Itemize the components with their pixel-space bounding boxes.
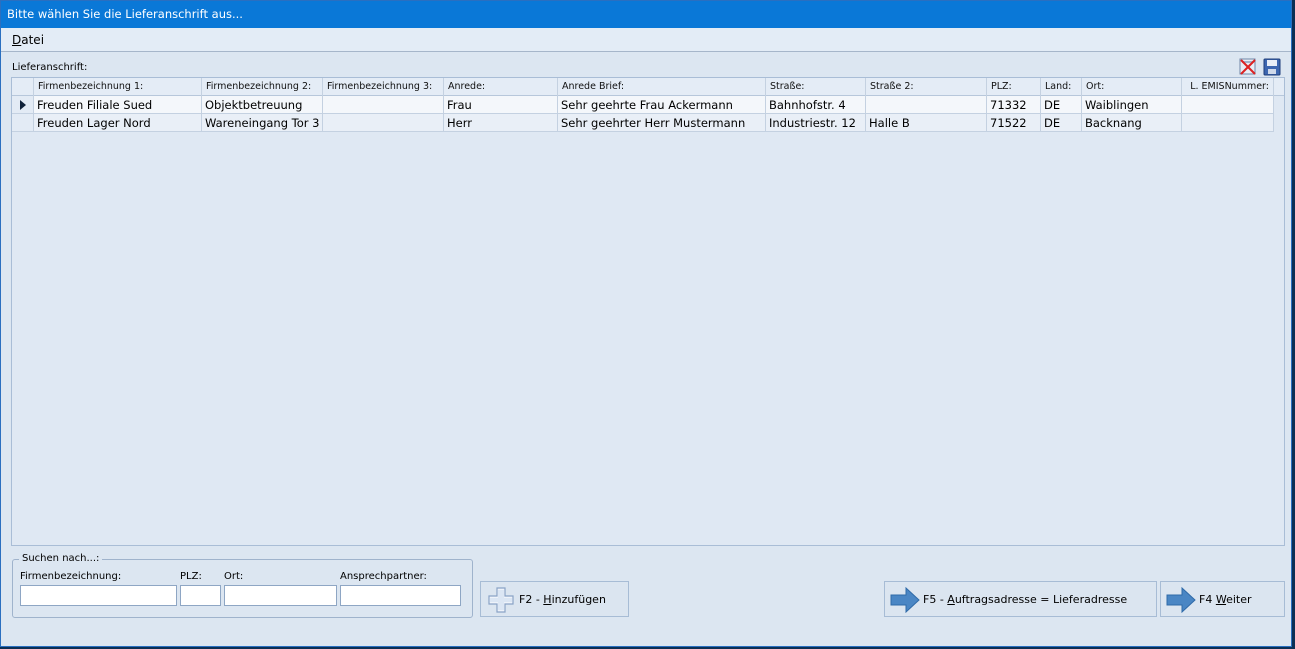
cell-firma1[interactable]: Freuden Lager Nord (34, 114, 202, 132)
cell-firma3[interactable] (323, 96, 444, 114)
address-grid[interactable]: Firmenbezeichnung 1: Firmenbezeichnung 2… (11, 77, 1285, 546)
cell-anrede-brief[interactable]: Sehr geehrter Herr Mustermann (558, 114, 766, 132)
cell-emis[interactable] (1182, 96, 1274, 114)
title-bar: Bitte wählen Sie die Lieferanschrift aus… (1, 1, 1291, 28)
search-firma-input[interactable] (20, 585, 177, 606)
add-button-label: F2 - Hinzufügen (519, 593, 606, 606)
col-header-anrede-brief[interactable]: Anrede Brief: (558, 78, 766, 96)
header-corner (12, 78, 34, 96)
col-header-emis[interactable]: L. EMISNummer: (1182, 78, 1274, 96)
cell-strasse2[interactable] (866, 96, 987, 114)
plus-icon (486, 585, 516, 618)
table-row[interactable]: Freuden Lager Nord Wareneingang Tor 3 He… (12, 114, 1274, 132)
cell-firma1[interactable]: Freuden Filiale Sued (34, 96, 202, 114)
col-header-anrede[interactable]: Anrede: (444, 78, 558, 96)
col-header-land[interactable]: Land: (1041, 78, 1082, 96)
search-firma-label: Firmenbezeichnung: (20, 571, 122, 582)
cell-firma2[interactable]: Objektbetreuung (202, 96, 323, 114)
row-selector[interactable] (12, 114, 34, 132)
cell-strasse2[interactable]: Halle B (866, 114, 987, 132)
delete-x-icon[interactable] (1239, 58, 1257, 76)
col-header-firma1[interactable]: Firmenbezeichnung 1: (34, 78, 202, 96)
next-button-label: F4 Weiter (1199, 593, 1252, 606)
col-header-strasse[interactable]: Straße: (766, 78, 866, 96)
floppy-save-icon[interactable] (1263, 58, 1281, 76)
search-ort-input[interactable] (224, 585, 337, 606)
arrow-right-icon (890, 586, 920, 616)
col-header-plz[interactable]: PLZ: (987, 78, 1041, 96)
cell-strasse[interactable]: Industriestr. 12 (766, 114, 866, 132)
section-label-lieferanschrift: Lieferanschrift: (12, 62, 88, 73)
search-ansprech-label: Ansprechpartner: (340, 571, 427, 582)
add-button[interactable]: F2 - Hinzufügen (480, 581, 629, 617)
current-row-arrow-icon (20, 100, 26, 110)
menu-datei-mnemonic: D (12, 33, 22, 47)
cell-anrede[interactable]: Frau (444, 96, 558, 114)
row-selector[interactable] (12, 96, 34, 114)
cell-plz[interactable]: 71332 (987, 96, 1041, 114)
search-plz-input[interactable] (180, 585, 221, 606)
window-title: Bitte wählen Sie die Lieferanschrift aus… (7, 7, 243, 21)
order-address-button-label: F5 - Auftragsadresse = Lieferadresse (923, 593, 1128, 606)
cell-ort[interactable]: Waiblingen (1082, 96, 1182, 114)
cell-anrede[interactable]: Herr (444, 114, 558, 132)
table-row[interactable]: Freuden Filiale Sued Objektbetreuung Fra… (12, 96, 1274, 114)
col-header-ort[interactable]: Ort: (1082, 78, 1182, 96)
grid-header: Firmenbezeichnung 1: Firmenbezeichnung 2… (12, 78, 1284, 96)
cell-strasse[interactable]: Bahnhofstr. 4 (766, 96, 866, 114)
search-plz-label: PLZ: (180, 571, 202, 582)
cell-firma3[interactable] (323, 114, 444, 132)
search-legend: Suchen nach...: (19, 553, 103, 564)
col-header-strasse2[interactable]: Straße 2: (866, 78, 987, 96)
cell-plz[interactable]: 71522 (987, 114, 1041, 132)
next-button[interactable]: F4 Weiter (1160, 581, 1285, 617)
search-ort-label: Ort: (224, 571, 244, 582)
col-header-firma2[interactable]: Firmenbezeichnung 2: (202, 78, 323, 96)
col-header-firma3[interactable]: Firmenbezeichnung 3: (323, 78, 444, 96)
search-group: Suchen nach...: Firmenbezeichnung: PLZ: … (12, 553, 473, 618)
cell-anrede-brief[interactable]: Sehr geehrte Frau Ackermann (558, 96, 766, 114)
cell-ort[interactable]: Backnang (1082, 114, 1182, 132)
menu-datei-label: atei (21, 33, 45, 47)
order-address-as-delivery-button[interactable]: F5 - Auftragsadresse = Lieferadresse (884, 581, 1157, 617)
cell-land[interactable]: DE (1041, 114, 1082, 132)
cell-land[interactable]: DE (1041, 96, 1082, 114)
search-ansprech-input[interactable] (340, 585, 461, 606)
dialog-window: Bitte wählen Sie die Lieferanschrift aus… (0, 0, 1292, 647)
cell-emis[interactable] (1182, 114, 1274, 132)
menu-datei[interactable]: Datei (12, 33, 44, 47)
menu-bar: Datei (1, 28, 1291, 52)
cell-firma2[interactable]: Wareneingang Tor 3 (202, 114, 323, 132)
arrow-right-icon (1166, 586, 1196, 616)
